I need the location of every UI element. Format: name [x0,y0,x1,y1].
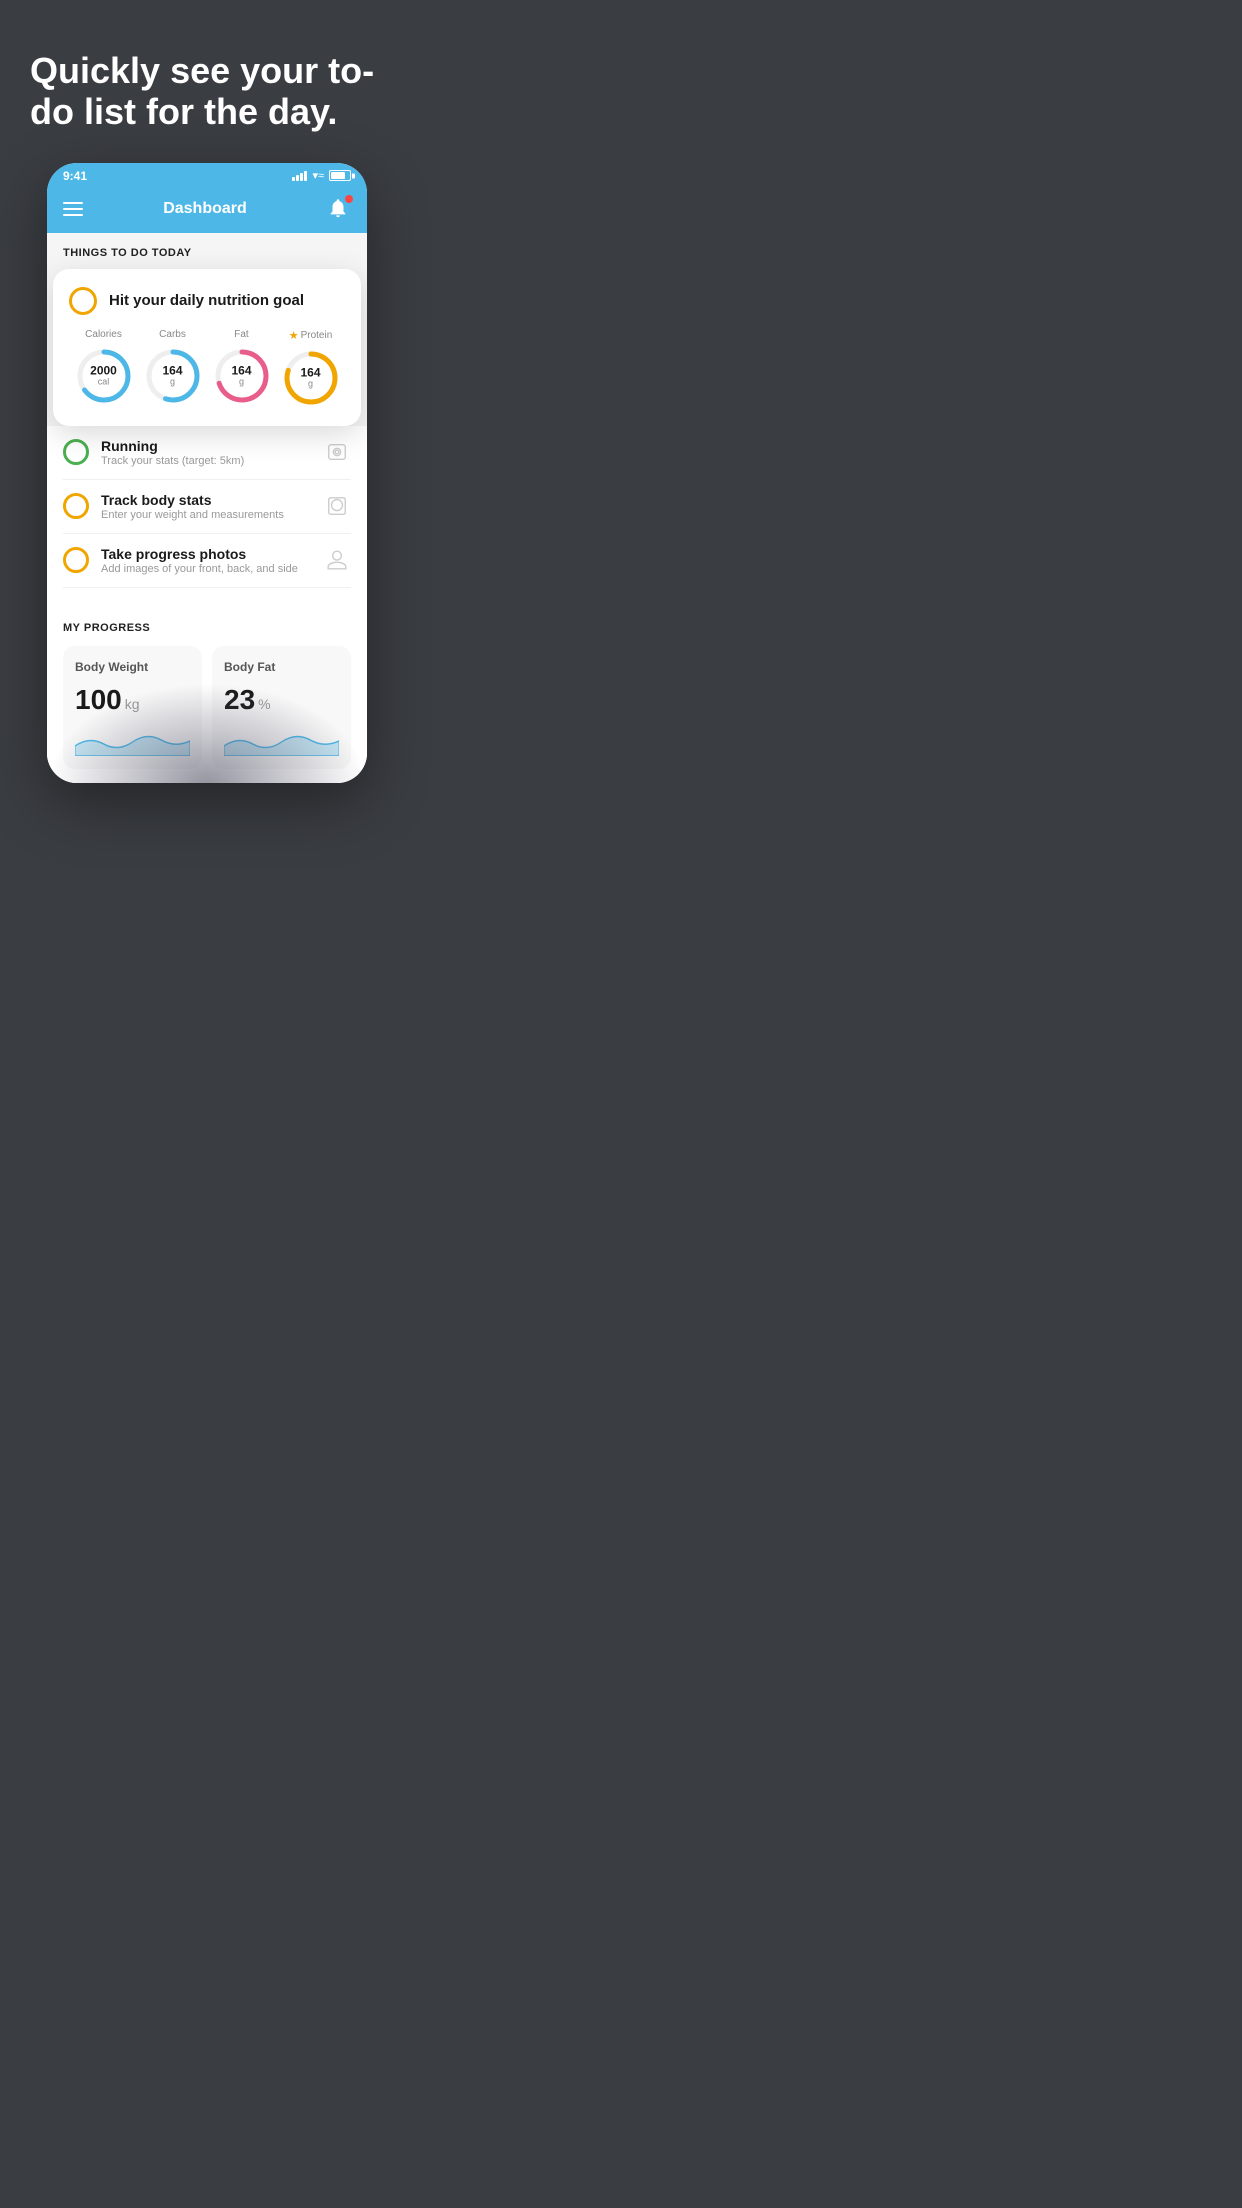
nutrition-label-fat: Fat [234,329,248,340]
todo-circle-progress-photos [63,547,89,573]
progress-card-title-body-fat: Body Fat [224,660,339,674]
nutrition-item-protein: ★Protein 164 g [281,329,341,408]
todo-item-running[interactable]: Running Track your stats (target: 5km) [63,426,351,480]
things-to-do-title: THINGS TO DO TODAY [63,247,351,259]
nav-title: Dashboard [163,200,247,218]
todo-text-progress-photos: Take progress photos Add images of your … [101,546,311,575]
progress-value-body-fat: 23 % [224,684,339,716]
nutrition-label-protein: ★Protein [289,329,333,342]
nutrition-label-carbs: Carbs [159,329,186,340]
todo-title-progress-photos: Take progress photos [101,546,311,562]
phone-mockup: 9:41 ▾≈ Dashboard [47,163,367,783]
status-time: 9:41 [63,169,87,183]
nutrition-card-title: Hit your daily nutrition goal [109,292,304,309]
nutrition-card: Hit your daily nutrition goal Calories 2… [53,269,361,426]
nutrition-circles: Calories 2000 cal Carbs 164 g Fat [69,329,345,408]
status-bar: 9:41 ▾≈ [47,163,367,187]
progress-number-body-fat: 23 [224,684,255,716]
progress-number-body-weight: 100 [75,684,122,716]
progress-card-body-weight[interactable]: Body Weight 100 kg [63,646,202,769]
progress-card-title-body-weight: Body Weight [75,660,190,674]
notification-bell-icon[interactable] [327,197,351,221]
todo-icon-progress-photos [323,546,351,574]
todo-icon-body-stats [323,492,351,520]
donut-unit-carbs: g [162,377,182,387]
todo-subtitle-body-stats: Enter your weight and measurements [101,509,311,521]
todo-circle-running [63,439,89,465]
donut-protein: 164 g [281,348,341,408]
nutrition-item-carbs: Carbs 164 g [143,329,203,406]
progress-unit-body-fat: % [258,696,270,712]
mini-chart-body-weight [75,726,190,756]
progress-unit-body-weight: kg [125,696,140,712]
signal-icon [292,171,307,181]
donut-unit-calories: cal [90,377,117,387]
donut-text-fat: 164 g [231,364,251,387]
todo-icon-running [323,438,351,466]
nutrition-card-header: Hit your daily nutrition goal [69,287,345,315]
donut-text-protein: 164 g [300,366,320,389]
progress-card-body-fat[interactable]: Body Fat 23 % [212,646,351,769]
todo-subtitle-running: Track your stats (target: 5km) [101,455,311,467]
nutrition-item-fat: Fat 164 g [212,329,272,406]
hero-section: Quickly see your to-do list for the day. [0,0,414,163]
notification-dot [345,195,353,203]
todo-subtitle-progress-photos: Add images of your front, back, and side [101,563,311,575]
mini-chart-body-fat [224,726,339,756]
todo-title-body-stats: Track body stats [101,492,311,508]
donut-carbs: 164 g [143,346,203,406]
todo-item-progress-photos[interactable]: Take progress photos Add images of your … [63,534,351,588]
todo-circle-body-stats [63,493,89,519]
donut-unit-fat: g [231,377,251,387]
battery-icon [329,170,351,181]
app-content: THINGS TO DO TODAY Hit your daily nutrit… [47,233,367,783]
todo-text-body-stats: Track body stats Enter your weight and m… [101,492,311,521]
todo-item-body-stats[interactable]: Track body stats Enter your weight and m… [63,480,351,534]
donut-fat: 164 g [212,346,272,406]
hero-title: Quickly see your to-do list for the day. [30,50,384,133]
nutrition-label-calories: Calories [85,329,122,340]
donut-unit-protein: g [300,379,320,389]
todo-list: Running Track your stats (target: 5km) T… [47,426,367,588]
todo-text-running: Running Track your stats (target: 5km) [101,438,311,467]
donut-text-carbs: 164 g [162,364,182,387]
progress-title: MY PROGRESS [63,622,351,634]
nav-bar: Dashboard [47,187,367,233]
progress-value-body-weight: 100 kg [75,684,190,716]
progress-cards: Body Weight 100 kg Body Fat 23 % [63,646,351,769]
hamburger-menu[interactable] [63,202,83,216]
wifi-icon: ▾≈ [312,169,324,182]
star-icon: ★ [289,329,299,342]
nutrition-item-calories: Calories 2000 cal [74,329,134,406]
status-icons: ▾≈ [292,169,351,182]
progress-section: MY PROGRESS Body Weight 100 kg Body Fat … [47,588,367,783]
donut-text-calories: 2000 cal [90,364,117,387]
nutrition-check-circle[interactable] [69,287,97,315]
donut-calories: 2000 cal [74,346,134,406]
todo-title-running: Running [101,438,311,454]
